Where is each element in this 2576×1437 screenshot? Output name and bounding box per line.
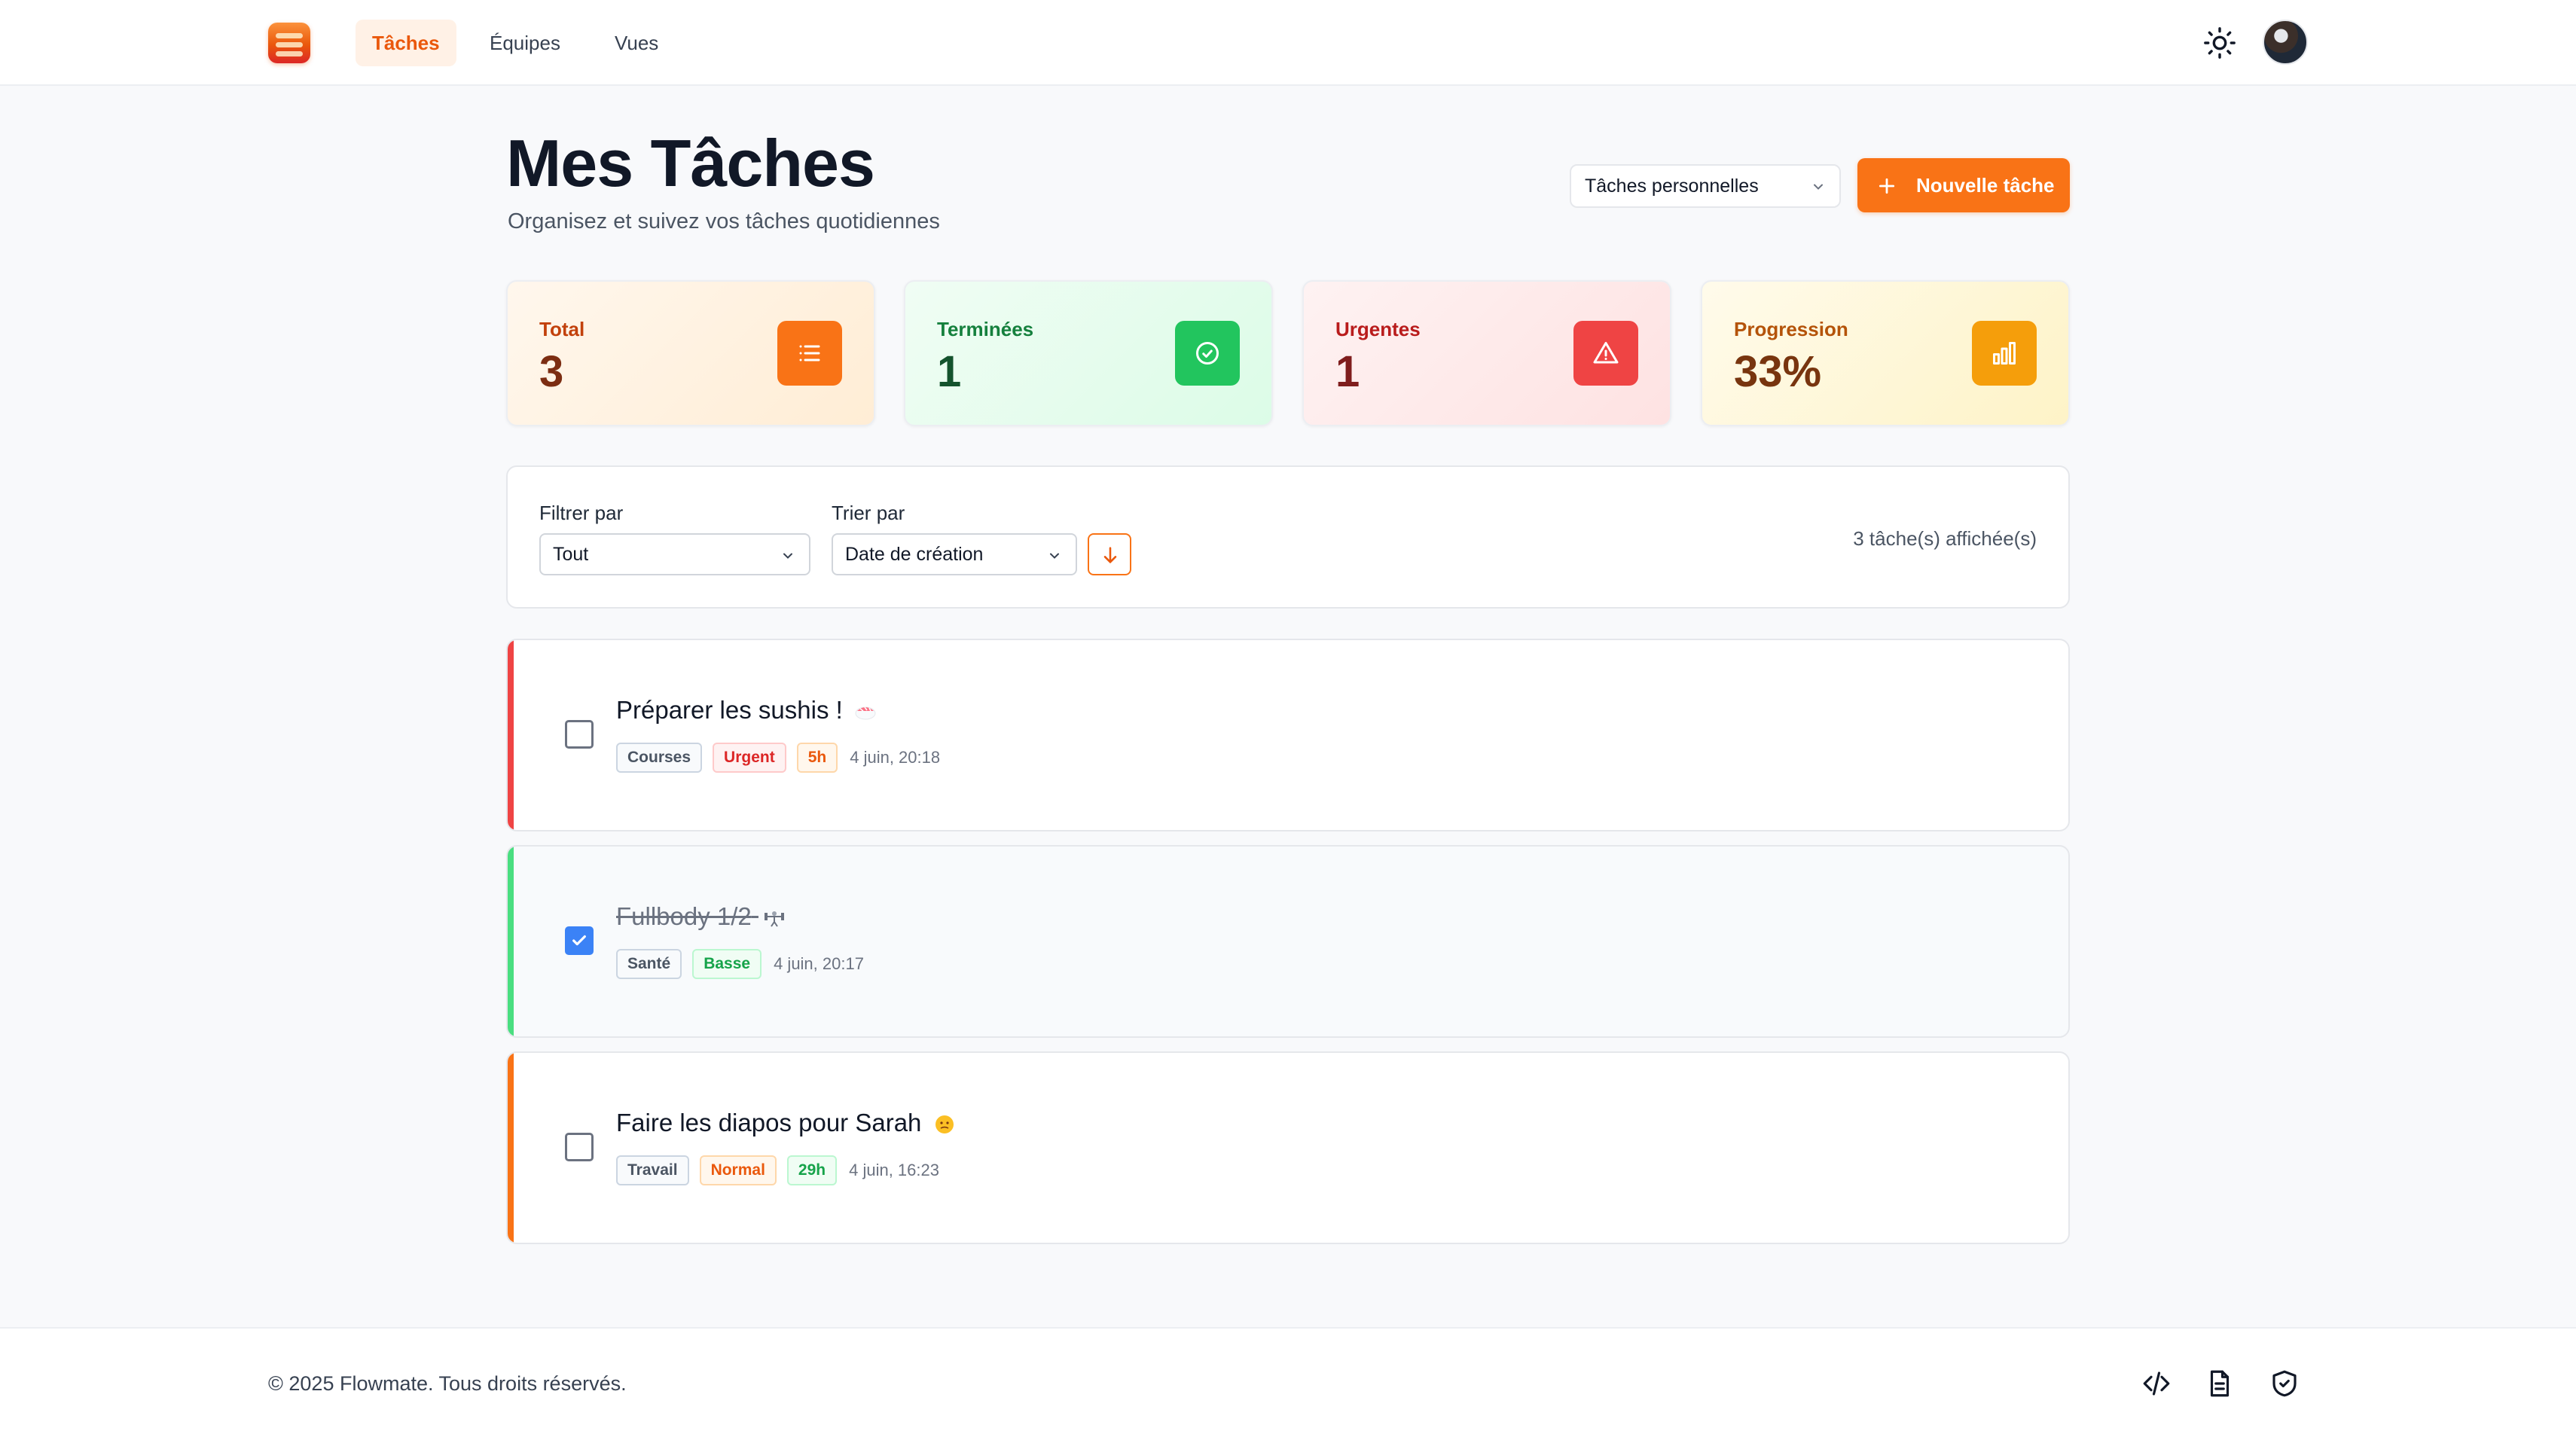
priority-accent-bar: [508, 640, 514, 830]
stat-card-urgent: Urgentes 1: [1302, 280, 1671, 426]
task-scope-value: Tâches personnelles: [1585, 175, 1759, 197]
task-checkbox[interactable]: [565, 926, 594, 955]
task-title: Préparer les sushis !: [616, 696, 843, 724]
time-remaining-badge: 29h: [786, 1155, 838, 1185]
filter-value: Tout: [553, 544, 589, 565]
shield-check-icon[interactable]: [2269, 1368, 2300, 1399]
page-title: Mes Tâches: [506, 126, 875, 200]
check-icon: [572, 935, 586, 946]
priority-badge: Urgent: [713, 743, 786, 773]
stat-card-completed: Terminées 1: [904, 280, 1273, 426]
stat-value: 1: [937, 347, 962, 396]
nav-item-vues[interactable]: Vues: [598, 20, 675, 66]
task-tags: Travail Normal 29h 4 juin, 16:23: [616, 1155, 939, 1185]
sushi-icon: [855, 706, 876, 720]
sun-icon[interactable]: [2202, 26, 2237, 60]
sort-label: Trier par: [832, 502, 905, 524]
stat-card-total: Total 3: [506, 280, 875, 426]
filter-panel: Filtrer par Tout Trier par Date de créat…: [506, 465, 2070, 609]
stat-value: 3: [539, 347, 564, 396]
page-subtitle: Organisez et suivez vos tâches quotidien…: [508, 209, 940, 233]
stat-value: 33%: [1734, 347, 1822, 396]
task-title-row: Fullbody 1/2: [616, 902, 786, 931]
task-scope-select[interactable]: Tâches personnelles: [1570, 164, 1841, 208]
category-badge: Santé: [616, 949, 682, 979]
nav-item-taches[interactable]: Tâches: [356, 20, 456, 66]
bar-chart-icon: [1972, 321, 2037, 386]
list-icon: [777, 321, 842, 386]
task-count-text: 3 tâche(s) affichée(s): [1853, 527, 2037, 550]
priority-badge: Normal: [699, 1155, 777, 1185]
task-card[interactable]: Préparer les sushis ! Courses Urgent 5h …: [506, 639, 2070, 831]
task-tags: Santé Basse 4 juin, 20:17: [616, 949, 864, 979]
stat-label: Total: [539, 318, 585, 340]
stat-value: 1: [1335, 347, 1360, 396]
task-title: Fullbody 1/2: [616, 902, 752, 930]
avatar[interactable]: [2263, 20, 2308, 65]
weightlifter-icon: [764, 911, 784, 927]
new-task-label: Nouvelle tâche: [1916, 174, 2055, 197]
document-icon[interactable]: [2204, 1368, 2236, 1399]
task-title-row: Préparer les sushis !: [616, 696, 877, 725]
footer: © 2025 Flowmate. Tous droits réservés.: [0, 1327, 2576, 1437]
sort-direction-button[interactable]: [1088, 533, 1131, 575]
stat-label: Terminées: [937, 318, 1034, 340]
time-remaining-badge: 5h: [796, 743, 838, 773]
priority-badge: Basse: [692, 949, 762, 979]
arrow-down-icon: [1103, 547, 1117, 563]
task-title-row: Faire les diapos pour Sarah: [616, 1109, 956, 1137]
task-date: 4 juin, 20:18: [850, 748, 941, 767]
code-icon[interactable]: [2141, 1368, 2172, 1399]
category-badge: Travail: [616, 1155, 689, 1185]
filter-label: Filtrer par: [539, 502, 624, 524]
task-card[interactable]: Fullbody 1/2 Santé Basse 4 juin, 20:17: [506, 845, 2070, 1038]
face-icon: [935, 1115, 954, 1134]
task-card[interactable]: Faire les diapos pour Sarah Travail Norm…: [506, 1051, 2070, 1244]
top-navigation-bar: Tâches Équipes Vues: [0, 0, 2576, 86]
sort-value: Date de création: [845, 544, 984, 565]
nav-item-equipes[interactable]: Équipes: [473, 20, 577, 66]
task-tags: Courses Urgent 5h 4 juin, 20:18: [616, 743, 940, 773]
task-checkbox[interactable]: [565, 1133, 594, 1161]
priority-accent-bar: [508, 847, 514, 1036]
chevron-down-icon: [1050, 553, 1059, 559]
chevron-down-icon: [1814, 184, 1823, 190]
stat-card-progress: Progression 33%: [1701, 280, 2070, 426]
priority-accent-bar: [508, 1053, 514, 1243]
stat-label: Urgentes: [1335, 318, 1421, 340]
task-date: 4 juin, 16:23: [849, 1161, 939, 1179]
filter-select[interactable]: Tout: [539, 533, 810, 575]
new-task-button[interactable]: Nouvelle tâche: [1857, 158, 2070, 212]
sort-select[interactable]: Date de création: [832, 533, 1077, 575]
check-circle-icon: [1175, 321, 1240, 386]
task-date: 4 juin, 20:17: [774, 954, 864, 973]
category-badge: Courses: [616, 743, 703, 773]
task-title: Faire les diapos pour Sarah: [616, 1109, 922, 1136]
chevron-down-icon: [783, 553, 792, 559]
plus-icon: [1879, 178, 1895, 194]
task-checkbox[interactable]: [565, 720, 594, 749]
alert-triangle-icon: [1573, 321, 1638, 386]
stat-label: Progression: [1734, 318, 1848, 340]
logo-icon[interactable]: [268, 23, 310, 63]
copyright-text: © 2025 Flowmate. Tous droits réservés.: [268, 1372, 627, 1395]
